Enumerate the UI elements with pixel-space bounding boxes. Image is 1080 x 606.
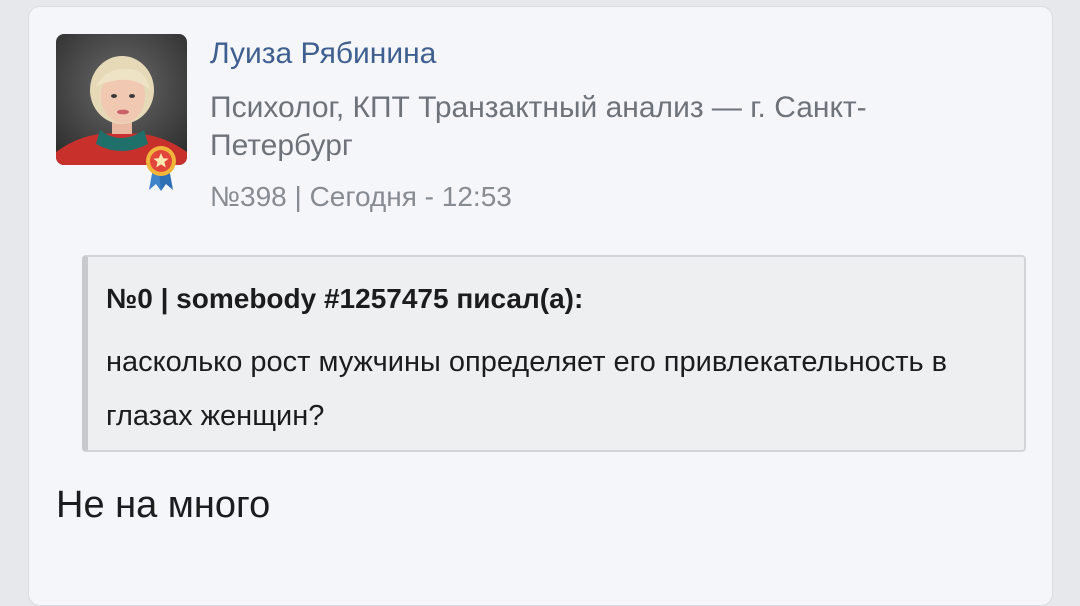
post-card: Луиза Рябинина Психолог, КПТ Транзактный… [28,6,1053,606]
quote-block: №0 | somebody #1257475 писал(а): насколь… [82,255,1026,452]
author-name-link[interactable]: Луиза Рябинина [210,37,436,71]
post-meta: №398 | Сегодня - 12:53 [210,181,512,212]
author-title: Психолог, КПТ Транзактный анализ — г. Са… [210,91,867,162]
award-ribbon-icon [146,146,176,191]
reply-text: Не на много [56,484,271,526]
author-avatar-container[interactable] [56,34,187,191]
quote-text: насколько рост мужчины определяет его пр… [106,346,948,432]
quote-header[interactable]: №0 | somebody #1257475 писал(а): [106,283,583,315]
